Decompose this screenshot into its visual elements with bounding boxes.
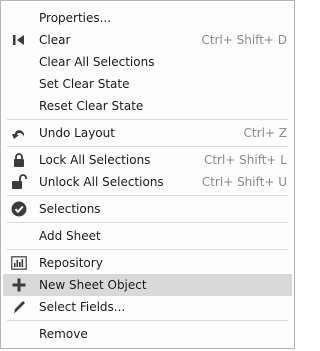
menu-separator (7, 119, 288, 120)
select-fields-icon (11, 299, 27, 315)
selections-check-icon (11, 201, 27, 217)
menu-separator (7, 320, 288, 321)
undo-icon (11, 125, 27, 141)
shortcut-text: Ctrl+ Z (243, 126, 287, 140)
menu-item-label: Remove (39, 327, 88, 341)
menu-item-clear[interactable]: Clear Ctrl+ Shift+ D (3, 29, 292, 51)
menu-item-label: Reset Clear State (39, 99, 144, 113)
shortcut-text: Ctrl+ Shift+ L (203, 153, 287, 167)
menu-separator (7, 146, 288, 147)
menu-item-label: Unlock All Selections (39, 175, 164, 189)
shortcut-text: Ctrl+ Shift+ D (201, 33, 287, 47)
menu-item-undo-layout[interactable]: Undo Layout Ctrl+ Z (3, 122, 292, 144)
menu-item-clear-all-selections[interactable]: Clear All Selections (3, 51, 292, 73)
menu-item-selections[interactable]: Selections (3, 198, 292, 220)
menu-item-label: Clear All Selections (39, 55, 155, 69)
menu-item-remove[interactable]: Remove (3, 323, 292, 345)
menu-item-label: Select Fields... (39, 300, 126, 314)
shortcut-text: Ctrl+ Shift+ U (201, 175, 287, 189)
repository-icon (11, 255, 27, 271)
menu-item-lock-all-selections[interactable]: Lock All Selections Ctrl+ Shift+ L (3, 149, 292, 171)
menu-item-new-sheet-object[interactable]: New Sheet Object (3, 274, 292, 296)
menu-item-unlock-all-selections[interactable]: Unlock All Selections Ctrl+ Shift+ U (3, 171, 292, 193)
menu-item-reset-clear-state[interactable]: Reset Clear State (3, 95, 292, 117)
menu-separator (7, 222, 288, 223)
unlock-icon (11, 174, 27, 190)
menu-item-label: New Sheet Object (39, 278, 147, 292)
menu-item-label: Clear (39, 33, 71, 47)
menu-item-label: Repository (39, 256, 103, 270)
menu-separator (7, 249, 288, 250)
plus-icon (11, 277, 27, 293)
context-menu: Properties... Clear Ctrl+ Shift+ D Clear… (0, 0, 295, 349)
menu-item-label: Lock All Selections (39, 153, 151, 167)
menu-item-label: Selections (39, 202, 101, 216)
clear-icon (11, 32, 27, 48)
menu-item-label: Undo Layout (39, 126, 115, 140)
menu-item-repository[interactable]: Repository (3, 252, 292, 274)
menu-item-properties[interactable]: Properties... (3, 7, 292, 29)
menu-item-add-sheet[interactable]: Add Sheet (3, 225, 292, 247)
menu-item-label: Add Sheet (39, 229, 101, 243)
menu-item-set-clear-state[interactable]: Set Clear State (3, 73, 292, 95)
lock-icon (11, 152, 27, 168)
menu-item-label: Set Clear State (39, 77, 130, 91)
menu-item-label: Properties... (39, 11, 112, 25)
menu-item-select-fields[interactable]: Select Fields... (3, 296, 292, 318)
menu-separator (7, 195, 288, 196)
